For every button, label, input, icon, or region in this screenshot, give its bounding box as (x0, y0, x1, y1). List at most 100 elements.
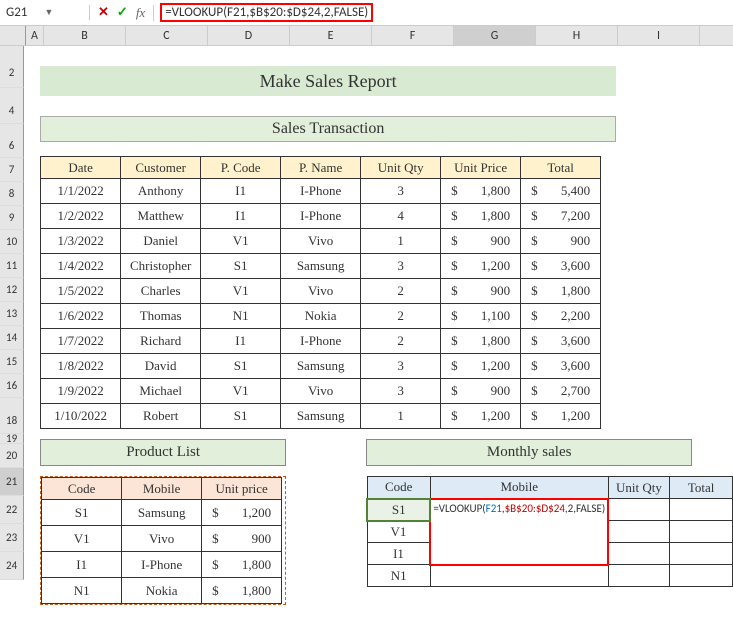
cell-qty[interactable]: 4 (361, 204, 441, 229)
name-box[interactable]: G21 ▼ (0, 5, 90, 20)
row-header[interactable]: 10 (0, 230, 24, 254)
header-total[interactable]: Total (521, 157, 601, 179)
cell-price[interactable]: $1,800 (202, 552, 282, 578)
cell-total[interactable]: $1,200 (521, 404, 601, 429)
row-header[interactable]: 8 (0, 182, 24, 206)
header-mobile[interactable]: Mobile (122, 478, 202, 500)
col-header-B[interactable]: B (44, 26, 126, 45)
cell-name[interactable]: Vivo (281, 279, 361, 304)
cell-customer[interactable]: Anthony (121, 179, 201, 204)
cell-name[interactable]: Nokia (281, 304, 361, 329)
row-header[interactable]: 18 (0, 408, 24, 434)
cell-customer[interactable]: Christopher (121, 254, 201, 279)
cell-total[interactable]: $2,200 (521, 304, 601, 329)
col-header-E[interactable]: E (290, 26, 372, 45)
cell-total[interactable]: $5,400 (521, 179, 601, 204)
row-header[interactable]: 24 (0, 552, 24, 580)
formula-input[interactable]: =VLOOKUP(F21,$B$20:$D$24,2,FALSE) (154, 5, 733, 20)
cell-price[interactable]: $1,800 (441, 179, 521, 204)
cell-customer[interactable]: David (121, 354, 201, 379)
col-header-D[interactable]: D (208, 26, 290, 45)
table-row[interactable]: 1/8/2022DavidS1Samsung3$1,200$3,600 (41, 354, 601, 379)
header-unitprice[interactable]: Unit price (202, 478, 282, 500)
row-header[interactable]: 13 (0, 302, 24, 326)
cell-code[interactable]: I1 (42, 552, 122, 578)
cell-customer[interactable]: Matthew (121, 204, 201, 229)
cell-empty[interactable] (430, 565, 608, 587)
cell-name[interactable]: I-Phone (281, 329, 361, 354)
row-header[interactable]: 11 (0, 254, 24, 278)
cell-date[interactable]: 1/6/2022 (41, 304, 121, 329)
select-all-corner[interactable] (0, 26, 26, 45)
table-row[interactable]: I1I-Phone$1,800 (42, 552, 282, 578)
table-row[interactable]: 1/9/2022MichaelV1Vivo3$900$2,700 (41, 379, 601, 404)
header-qty[interactable]: Unit Qty (608, 477, 670, 499)
accept-icon[interactable]: ✓ (117, 5, 128, 20)
header-price[interactable]: Unit Price (441, 157, 521, 179)
cell-code-selected[interactable]: S1 (367, 499, 430, 521)
header-date[interactable]: Date (41, 157, 121, 179)
cell-customer[interactable]: Charles (121, 279, 201, 304)
cell-name[interactable]: Samsung (281, 354, 361, 379)
cell-code[interactable]: V1 (201, 279, 281, 304)
cell-qty[interactable]: 3 (361, 379, 441, 404)
cell-qty[interactable]: 2 (361, 329, 441, 354)
cell-price[interactable]: $1,800 (202, 578, 282, 604)
cell-date[interactable]: 1/4/2022 (41, 254, 121, 279)
cell-code[interactable]: N1 (201, 304, 281, 329)
cell-date[interactable]: 1/2/2022 (41, 204, 121, 229)
cell-mobile[interactable]: Nokia (122, 578, 202, 604)
table-row[interactable]: 1/7/2022RichardI1I-Phone2$1,800$3,600 (41, 329, 601, 354)
cell-name[interactable]: I-Phone (281, 204, 361, 229)
cell-empty[interactable] (670, 543, 733, 565)
cell-date[interactable]: 1/9/2022 (41, 379, 121, 404)
table-row[interactable]: 1/5/2022CharlesV1Vivo2$900$1,800 (41, 279, 601, 304)
cell-price[interactable]: $900 (441, 229, 521, 254)
table-row[interactable]: S1 =VLOOKUP(F21,$B$20:$D$24,2,FALSE) (367, 499, 732, 521)
cell-code[interactable]: S1 (201, 354, 281, 379)
cell-date[interactable]: 1/8/2022 (41, 354, 121, 379)
col-header-A[interactable]: A (26, 26, 44, 45)
cell-price[interactable]: $900 (202, 526, 282, 552)
cell-price[interactable]: $1,200 (441, 404, 521, 429)
editing-cell[interactable]: =VLOOKUP(F21,$B$20:$D$24,2,FALSE) (430, 499, 608, 565)
cell-code[interactable]: S1 (42, 500, 122, 526)
table-row[interactable]: 1/1/2022AnthonyI1I-Phone3$1,800$5,400 (41, 179, 601, 204)
cell-qty[interactable]: 1 (361, 229, 441, 254)
cell-price[interactable]: $1,100 (441, 304, 521, 329)
cell-price[interactable]: $1,800 (441, 204, 521, 229)
cell-code[interactable]: I1 (201, 329, 281, 354)
cell-code[interactable]: V1 (201, 229, 281, 254)
cell-empty[interactable] (608, 521, 670, 543)
table-row[interactable]: 1/4/2022ChristopherS1Samsung3$1,200$3,60… (41, 254, 601, 279)
table-row[interactable]: N1Nokia$1,800 (42, 578, 282, 604)
row-header[interactable]: 4 (0, 98, 24, 124)
cell-total[interactable]: $1,800 (521, 279, 601, 304)
cell-total[interactable]: $3,600 (521, 329, 601, 354)
row-header[interactable]: 14 (0, 326, 24, 350)
cell-date[interactable]: 1/3/2022 (41, 229, 121, 254)
cell-qty[interactable]: 3 (361, 354, 441, 379)
cell-name[interactable]: Vivo (281, 229, 361, 254)
row-header[interactable]: 6 (0, 134, 24, 158)
cell-date[interactable]: 1/10/2022 (41, 404, 121, 429)
cell-qty[interactable]: 1 (361, 404, 441, 429)
row-header[interactable]: 19 (0, 434, 24, 444)
row-header[interactable]: 23 (0, 524, 24, 552)
cell-customer[interactable]: Robert (121, 404, 201, 429)
cell-customer[interactable]: Daniel (121, 229, 201, 254)
cell-name[interactable]: Vivo (281, 379, 361, 404)
row-header[interactable]: 12 (0, 278, 24, 302)
cell-qty[interactable]: 3 (361, 179, 441, 204)
cell-mobile[interactable]: Vivo (122, 526, 202, 552)
cell-customer[interactable]: Richard (121, 329, 201, 354)
cell-code[interactable]: I1 (367, 543, 430, 565)
col-header-F[interactable]: F (372, 26, 454, 45)
header-mobile[interactable]: Mobile (430, 477, 608, 499)
cell-code[interactable]: N1 (367, 565, 430, 587)
chevron-down-icon[interactable]: ▼ (45, 7, 84, 18)
cell-total[interactable]: $3,600 (521, 354, 601, 379)
row-header[interactable]: 16 (0, 374, 24, 398)
cell-empty[interactable] (670, 565, 733, 587)
cell-empty[interactable] (670, 521, 733, 543)
